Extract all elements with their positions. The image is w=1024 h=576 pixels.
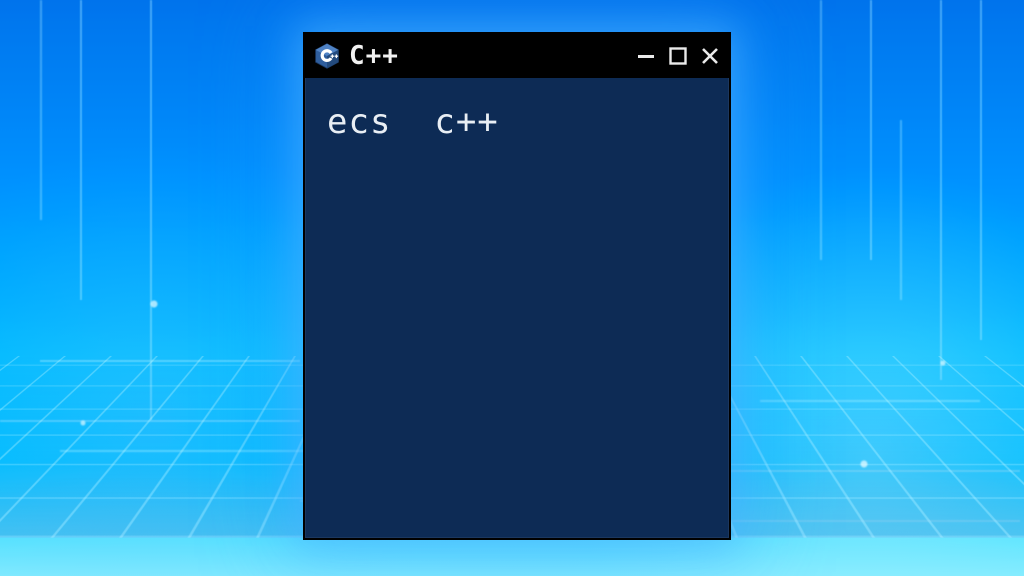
maximize-button[interactable] [667, 45, 689, 67]
titlebar[interactable]: C++ [305, 34, 729, 78]
cpp-hex-icon [313, 42, 341, 70]
terminal-text: ecs c++ [327, 102, 707, 142]
window-controls [635, 45, 721, 67]
terminal-window: C++ ecs c++ [303, 32, 731, 540]
window-title: C++ [349, 41, 635, 71]
minimize-button[interactable] [635, 45, 657, 67]
window-client-area: ecs c++ [307, 80, 727, 536]
close-button[interactable] [699, 45, 721, 67]
